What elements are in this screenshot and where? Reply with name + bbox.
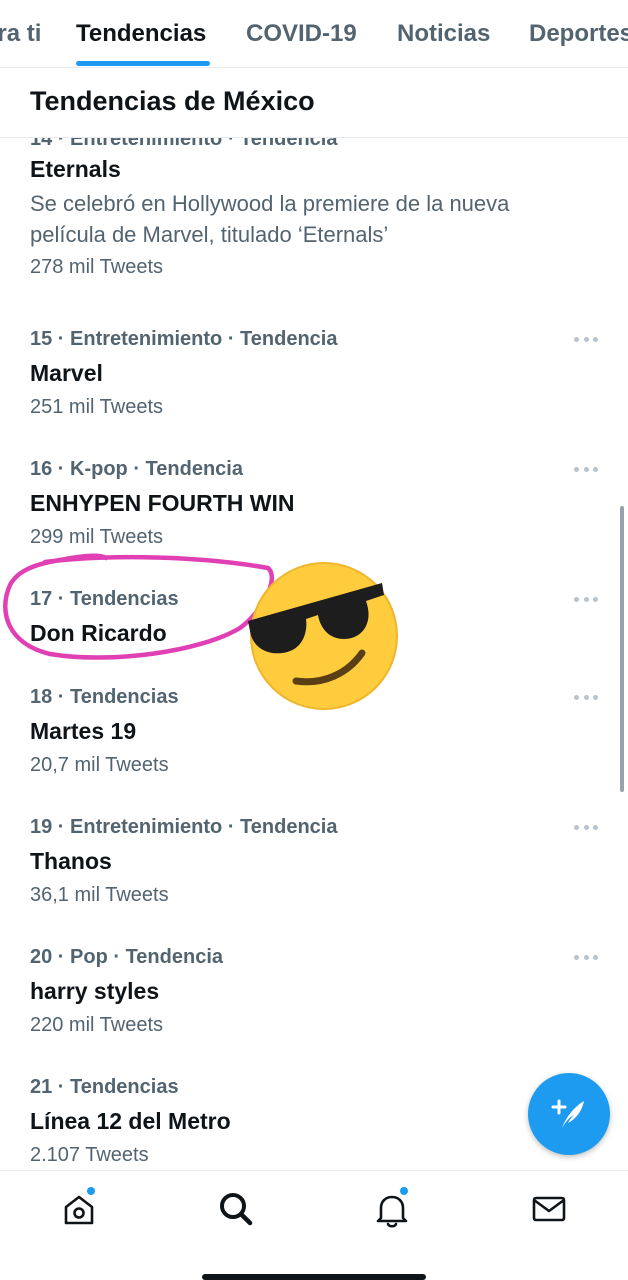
nav-notifications-button[interactable] <box>372 1187 412 1229</box>
trend-name: Martes 19 <box>30 718 137 744</box>
more-icon[interactable] <box>574 464 598 474</box>
trend-meta: 18 · Tendencias <box>30 686 179 708</box>
trend-name: ENHYPEN FOURTH WIN <box>30 490 295 516</box>
tab-tendencias[interactable]: Tendencias <box>76 20 206 48</box>
tab-para-ti[interactable]: Para ti <box>0 20 41 48</box>
bottom-navigation <box>0 1170 628 1280</box>
more-icon[interactable] <box>574 594 598 604</box>
trend-tweet-count: 36,1 mil Tweets <box>30 884 169 906</box>
tab-noticias[interactable]: Noticias <box>397 20 490 48</box>
more-icon[interactable] <box>574 692 598 702</box>
more-icon[interactable] <box>574 822 598 832</box>
trend-item[interactable]: 15 · Entretenimiento · Tendencia Marvel … <box>0 328 628 428</box>
trend-meta: 15 · Entretenimiento · Tendencia <box>30 328 338 350</box>
nav-home-button[interactable] <box>59 1187 99 1229</box>
tab-deportes[interactable]: Deportes <box>529 20 628 48</box>
active-tab-indicator <box>76 61 210 66</box>
trend-meta: 16 · K-pop · Tendencia <box>30 458 243 480</box>
trend-meta: 21 · Tendencias <box>30 1076 179 1098</box>
trend-item[interactable]: 14 · Entretenimiento · Tendencia Eternal… <box>0 138 628 298</box>
scrollbar[interactable] <box>620 506 624 792</box>
trend-name: Thanos <box>30 848 112 874</box>
trend-meta: 19 · Entretenimiento · Tendencia <box>30 816 338 838</box>
trend-tweet-count: 20,7 mil Tweets <box>30 754 169 776</box>
home-notification-dot <box>87 1187 95 1195</box>
compose-tweet-button[interactable] <box>528 1073 610 1155</box>
trend-name: Eternals <box>30 156 121 182</box>
trend-meta: 14 · Entretenimiento · Tendencia <box>30 138 338 150</box>
notifications-dot <box>400 1187 408 1195</box>
explore-tabs: Para ti Tendencias COVID-19 Noticias Dep… <box>0 0 628 68</box>
page-title: Tendencias de México <box>30 86 315 116</box>
search-icon <box>220 1193 253 1226</box>
trend-name: Línea 12 del Metro <box>30 1108 231 1134</box>
bell-icon <box>376 1195 408 1228</box>
compose-tweet-icon <box>551 1099 584 1128</box>
nav-search-button[interactable] <box>216 1189 256 1229</box>
more-icon[interactable] <box>574 334 598 344</box>
home-icon <box>64 1195 94 1225</box>
trend-tweet-count: 251 mil Tweets <box>30 396 164 418</box>
trend-name: harry styles <box>30 978 160 1004</box>
trend-tweet-count: 278 mil Tweets <box>30 256 164 278</box>
tab-covid-19[interactable]: COVID-19 <box>246 20 357 48</box>
more-icon[interactable] <box>574 952 598 962</box>
home-indicator <box>202 1274 426 1280</box>
trend-name: Marvel <box>30 360 103 386</box>
mail-icon <box>532 1196 566 1222</box>
sunglasses-emoji <box>248 562 398 710</box>
trend-meta: 20 · Pop · Tendencia <box>30 946 223 968</box>
nav-messages-button[interactable] <box>529 1189 569 1229</box>
more-icon[interactable] <box>574 138 598 140</box>
trend-tweet-count: 2.107 Tweets <box>30 1144 149 1166</box>
trend-item[interactable]: 20 · Pop · Tendencia harry styles 220 mi… <box>0 946 628 1046</box>
trend-tweet-count: 220 mil Tweets <box>30 1014 164 1036</box>
trend-description: Se celebró en Hollywood la premiere de l… <box>30 191 510 247</box>
trend-item[interactable]: 19 · Entretenimiento · Tendencia Thanos … <box>0 816 628 916</box>
